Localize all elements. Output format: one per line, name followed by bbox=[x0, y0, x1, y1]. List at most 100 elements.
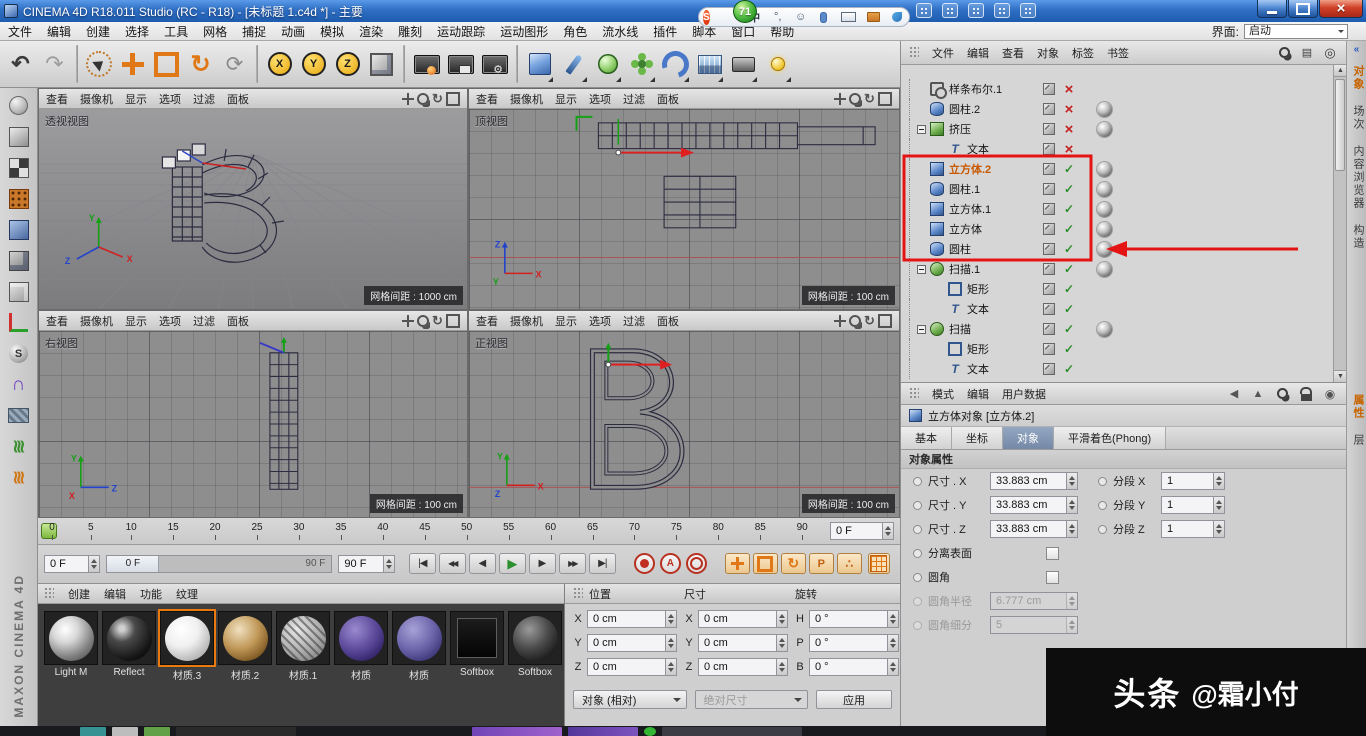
emoji-icon[interactable]: ☺ bbox=[795, 10, 807, 24]
attribute-tab[interactable]: 对象 bbox=[1003, 427, 1054, 449]
stepper[interactable] bbox=[776, 635, 787, 651]
collapse-chevron-icon[interactable]: « bbox=[1347, 41, 1366, 58]
taskbar-app[interactable] bbox=[472, 727, 562, 736]
object-name[interactable]: 文本 bbox=[967, 301, 989, 317]
position-field[interactable]: 0 cm bbox=[587, 658, 677, 676]
panel-grip[interactable] bbox=[573, 587, 583, 600]
viewport-canvas[interactable]: Y Z X 右视图 网格间距 : 100 cm bbox=[39, 331, 467, 517]
render-settings-icon[interactable] bbox=[478, 44, 511, 85]
object-row[interactable]: 挤压 bbox=[901, 119, 1333, 139]
mic-icon[interactable] bbox=[818, 10, 830, 24]
maximize-icon[interactable] bbox=[877, 313, 892, 328]
end-frame-field[interactable]: 90 F bbox=[338, 555, 394, 573]
enable-toggle[interactable] bbox=[1061, 162, 1077, 176]
display-tag-icon[interactable] bbox=[1043, 103, 1055, 115]
ime-status-icon[interactable] bbox=[916, 3, 932, 18]
material-thumbnail[interactable] bbox=[334, 611, 388, 665]
enable-toggle[interactable] bbox=[1061, 262, 1077, 276]
move-icon[interactable] bbox=[116, 44, 149, 85]
texture-mode-icon[interactable] bbox=[4, 152, 34, 183]
viewport-menu-item[interactable]: 显示 bbox=[125, 91, 147, 107]
render-picture-viewer-icon[interactable] bbox=[444, 44, 477, 85]
search-icon[interactable] bbox=[1274, 386, 1290, 402]
menu-item[interactable]: 渲染 bbox=[359, 23, 383, 40]
stepper[interactable] bbox=[882, 523, 893, 539]
viewport-menu-item[interactable]: 查看 bbox=[46, 91, 68, 107]
taskbar-app[interactable] bbox=[144, 727, 170, 736]
enable-toggle[interactable] bbox=[1061, 222, 1077, 236]
viewport-menu-item[interactable]: 查看 bbox=[476, 313, 498, 329]
dock-tab[interactable]: 属性 bbox=[1347, 387, 1366, 427]
material-item[interactable]: 材质.2 bbox=[218, 611, 273, 682]
lock-z-icon[interactable] bbox=[331, 44, 364, 85]
material-thumbnail[interactable] bbox=[508, 611, 562, 665]
lock-x-icon[interactable] bbox=[263, 44, 296, 85]
workplane-icon[interactable] bbox=[4, 400, 34, 431]
object-name[interactable]: 矩形 bbox=[967, 281, 989, 297]
record-parameter-icon[interactable] bbox=[809, 553, 834, 574]
segment-field[interactable]: 1 bbox=[1161, 472, 1225, 490]
material-item[interactable]: 材质.3 bbox=[160, 611, 215, 682]
coordinate-system-icon[interactable] bbox=[365, 44, 398, 85]
expand-toggle[interactable] bbox=[917, 325, 926, 334]
object-name[interactable]: 圆柱.2 bbox=[949, 101, 980, 117]
separator[interactable] bbox=[76, 45, 78, 83]
object-manager-menu-item[interactable]: 标签 bbox=[1072, 45, 1094, 61]
lock-y-icon[interactable] bbox=[297, 44, 330, 85]
record-scale-icon[interactable] bbox=[753, 553, 778, 574]
menu-item[interactable]: 角色 bbox=[563, 23, 587, 40]
contacts-icon[interactable] bbox=[968, 3, 984, 18]
menu-item[interactable]: 雕刻 bbox=[398, 23, 422, 40]
stepper[interactable] bbox=[383, 556, 394, 572]
keyframe-selection-icon[interactable] bbox=[686, 553, 707, 574]
enable-toggle[interactable] bbox=[1061, 302, 1077, 316]
stepper[interactable] bbox=[776, 659, 787, 675]
checkbox[interactable] bbox=[1046, 571, 1059, 584]
object-row[interactable]: 立方体.2 bbox=[901, 159, 1333, 179]
dock-tab[interactable]: 对象 bbox=[1347, 58, 1366, 98]
size-field[interactable]: 0 cm bbox=[698, 634, 788, 652]
pan-icon[interactable] bbox=[400, 313, 415, 328]
point-mode-icon[interactable] bbox=[4, 183, 34, 214]
keyframe-dot-icon[interactable] bbox=[1098, 501, 1107, 510]
attribute-tab[interactable]: 平滑着色(Phong) bbox=[1054, 427, 1166, 449]
array-icon[interactable] bbox=[625, 44, 658, 85]
object-row[interactable]: 扫描.1 bbox=[901, 259, 1333, 279]
viewport-menu-item[interactable]: 面板 bbox=[227, 91, 249, 107]
object-name[interactable]: 文本 bbox=[967, 361, 989, 377]
render-view-icon[interactable] bbox=[410, 44, 443, 85]
menu-item[interactable]: 运动跟踪 bbox=[437, 23, 485, 40]
polygon-mode-icon[interactable] bbox=[4, 245, 34, 276]
range-slider-thumb[interactable]: 0 F bbox=[107, 556, 159, 572]
minimize-button[interactable] bbox=[1257, 0, 1287, 18]
position-field[interactable]: 0 cm bbox=[587, 610, 677, 628]
keyframe-dot-icon[interactable] bbox=[913, 549, 922, 558]
light-icon[interactable] bbox=[761, 44, 794, 85]
display-tag-icon[interactable] bbox=[1043, 323, 1055, 335]
enable-toggle[interactable] bbox=[1061, 282, 1077, 296]
autokey-icon[interactable] bbox=[660, 553, 681, 574]
object-name[interactable]: 圆柱 bbox=[949, 241, 971, 257]
size-field[interactable]: 0 cm bbox=[698, 658, 788, 676]
object-row[interactable]: 立方体.1 bbox=[901, 199, 1333, 219]
axis-mode-icon[interactable] bbox=[4, 307, 34, 338]
enable-toggle[interactable] bbox=[1061, 141, 1077, 158]
object-manager-scrollbar[interactable]: ▲ ▼ bbox=[1333, 65, 1346, 382]
viewport-menu-item[interactable]: 选项 bbox=[589, 313, 611, 329]
material-thumbnail[interactable] bbox=[102, 611, 156, 665]
taskbar-app[interactable] bbox=[80, 727, 106, 736]
viewport-menu-item[interactable]: 摄像机 bbox=[80, 313, 113, 329]
prev-key-icon[interactable] bbox=[439, 553, 466, 574]
viewport-menu-item[interactable]: 摄像机 bbox=[80, 91, 113, 107]
back-icon[interactable] bbox=[1226, 386, 1242, 402]
menu-item[interactable]: 动画 bbox=[281, 23, 305, 40]
attribute-menu-item[interactable]: 用户数据 bbox=[1002, 386, 1046, 402]
rotation-field[interactable]: 0 ° bbox=[809, 658, 899, 676]
material-tag-icon[interactable] bbox=[1097, 262, 1112, 277]
viewport-front[interactable]: 查看摄像机显示选项过滤面板 bbox=[468, 310, 900, 518]
viewport-canvas[interactable]: Y X Z 正视图 网格间距 : 100 cm bbox=[469, 331, 899, 517]
menu-item[interactable]: 插件 bbox=[653, 23, 677, 40]
toolbox-icon[interactable] bbox=[867, 10, 880, 24]
live-selection-icon[interactable] bbox=[86, 51, 112, 77]
stepper[interactable] bbox=[1213, 521, 1224, 537]
